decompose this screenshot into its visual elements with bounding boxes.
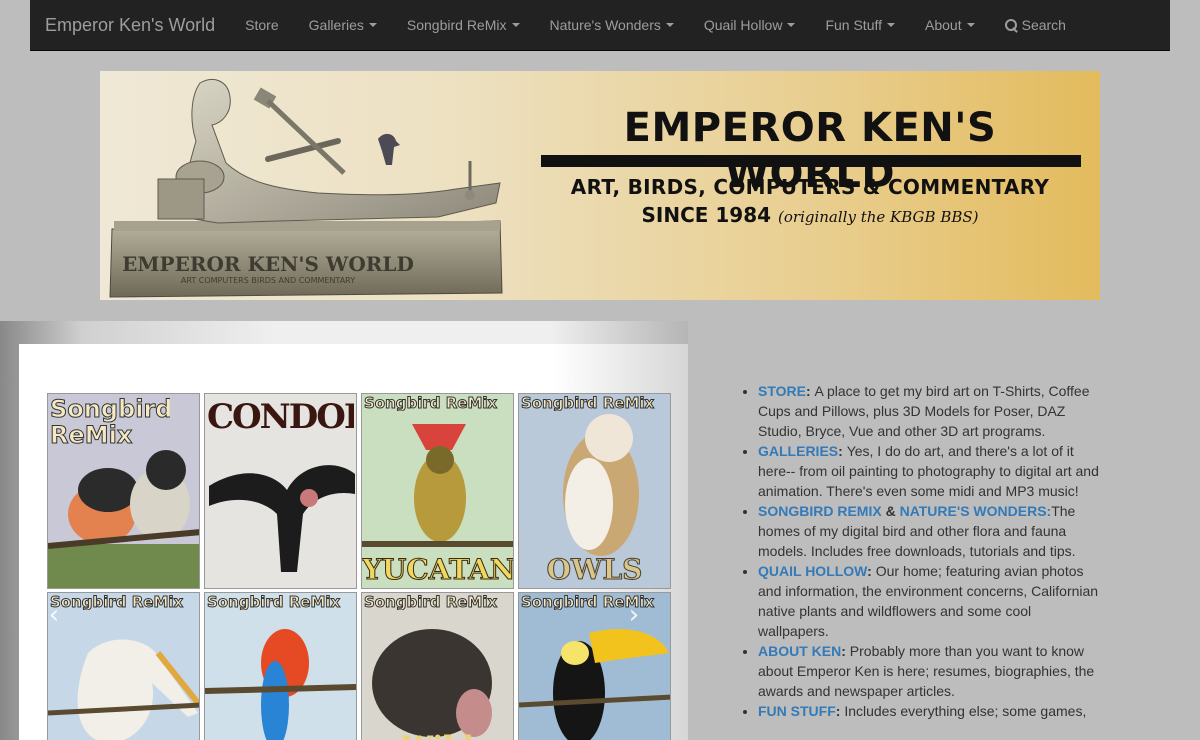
section-list-item: SONGBIRD REMIX & NATURE'S WONDERS:The ho…: [758, 501, 1100, 561]
bird-artwork-image: [48, 639, 199, 740]
nav-songbird-remix[interactable]: Songbird ReMix: [392, 0, 535, 51]
bird-artwork-image: [372, 629, 492, 737]
nav-natures-wonders[interactable]: Nature's Wonders: [535, 0, 689, 51]
caret-down-icon: [787, 23, 796, 27]
caret-down-icon: [665, 23, 674, 27]
section-link[interactable]: GALLERIES: [758, 443, 838, 459]
caret-down-icon: [887, 23, 896, 27]
section-link[interactable]: ABOUT KEN: [758, 643, 841, 659]
gallery-tile[interactable]: Songbird ReMix OWLS: [518, 393, 671, 589]
tile-caption: OWLS: [546, 553, 643, 586]
site-sections-list: STORE: A place to get my bird art on T-S…: [740, 381, 1100, 721]
tile-caption: YUCATAN: [362, 553, 514, 586]
site-banner[interactable]: EMPEROR KEN'S WORLD ART COMPUTERS BIRDS …: [100, 71, 1100, 300]
navbar-brand[interactable]: Emperor Ken's World: [30, 0, 230, 51]
caret-down-icon: [966, 23, 975, 27]
caret-down-icon: [511, 23, 520, 27]
gallery-tile[interactable]: Songbird ReMix: [47, 393, 200, 589]
carousel-prev-icon[interactable]: ‹: [42, 602, 66, 628]
link-colon: :: [838, 443, 847, 459]
nav-store[interactable]: Store: [230, 0, 293, 51]
gallery-tile[interactable]: Songbird ReMix: [204, 592, 357, 740]
nav-about-label: About: [925, 16, 962, 33]
nav-natures-wonders-label: Nature's Wonders: [549, 16, 661, 33]
bird-artwork-image: [205, 629, 356, 740]
section-description: Includes everything else; some games,: [844, 703, 1087, 719]
gallery-tile[interactable]: Songbird ReMix YUCATAN: [361, 393, 514, 589]
section-list-item: GALLERIES: Yes, I do do art, and there's…: [758, 441, 1100, 501]
section-link[interactable]: FUN STUFF: [758, 703, 836, 719]
link-colon: :: [841, 643, 850, 659]
banner-subtitle: ART, BIRDS, COMPUTERS & COMMENTARY: [570, 175, 1050, 199]
gallery-tile[interactable]: Songbird ReMix Wild: [361, 592, 514, 740]
tile-caption: Wild: [362, 733, 513, 740]
reclining-statue-image: EMPEROR KEN'S WORLD ART COMPUTERS BIRDS …: [109, 79, 503, 298]
svg-text:ART COMPUTERS BIRDS AND COMMEN: ART COMPUTERS BIRDS AND COMMENTARY: [181, 276, 355, 285]
nav-quail-hollow-label: Quail Hollow: [703, 16, 783, 33]
link-colon: :: [867, 563, 876, 579]
nav-fun-stuff[interactable]: Fun Stuff: [810, 0, 910, 51]
nav-galleries-label: Galleries: [308, 16, 364, 33]
tile-title: Songbird ReMix: [207, 595, 341, 610]
section-list-item: QUAIL HOLLOW: Our home; featuring avian …: [758, 561, 1100, 641]
tile-title: Songbird ReMix: [50, 595, 184, 610]
top-navbar: Emperor Ken's World Store Galleries Song…: [30, 0, 1170, 51]
nav-store-label: Store: [245, 16, 279, 33]
caret-down-icon: [368, 23, 377, 27]
section-link[interactable]: NATURE'S WONDERS:: [900, 503, 1052, 519]
gallery-tile[interactable]: CONDORS: [204, 393, 357, 589]
search-icon: [1004, 18, 1018, 32]
tile-title: Songbird ReMix: [521, 396, 655, 411]
banner-originally: (originally the KBGB BBS): [778, 208, 979, 226]
tile-title: Songbird ReMix: [364, 396, 498, 411]
link-joiner: &: [881, 503, 900, 519]
svg-text:EMPEROR KEN'S WORLD: EMPEROR KEN'S WORLD: [122, 252, 414, 276]
section-list-item: STORE: A place to get my bird art on T-S…: [758, 381, 1100, 441]
nav-search[interactable]: Search: [990, 0, 1081, 51]
tile-title: CONDORS: [207, 400, 354, 434]
nav-galleries[interactable]: Galleries: [294, 0, 392, 51]
banner-rule: [541, 155, 1081, 167]
section-link[interactable]: QUAIL HOLLOW: [758, 563, 867, 579]
banner-since-text: SINCE 1984: [641, 203, 772, 227]
nav-search-label: Search: [1021, 16, 1066, 33]
gallery-tile[interactable]: Songbird ReMix: [518, 592, 671, 740]
section-list-item: ABOUT KEN: Probably more than you want t…: [758, 641, 1100, 701]
bird-artwork-image: [519, 629, 670, 740]
link-colon: :: [805, 383, 815, 399]
gallery-tile[interactable]: Songbird ReMix: [47, 592, 200, 740]
section-link[interactable]: SONGBIRD REMIX: [758, 503, 882, 519]
tile-title: Songbird ReMix: [50, 396, 170, 448]
section-list-item: FUN STUFF: Includes everything else; som…: [758, 701, 1100, 721]
nav-quail-hollow[interactable]: Quail Hollow: [689, 0, 811, 51]
nav-songbird-remix-label: Songbird ReMix: [406, 16, 507, 33]
banner-since: SINCE 1984 (originally the KBGB BBS): [540, 203, 1080, 227]
carousel-next-icon[interactable]: ›: [622, 602, 646, 628]
section-link[interactable]: STORE: [758, 383, 806, 399]
gallery-tiles: Songbird ReMixCONDORSSongbird ReMixYUCAT…: [47, 393, 671, 740]
nav-fun-stuff-label: Fun Stuff: [825, 16, 883, 33]
tile-title: Songbird ReMix: [364, 595, 498, 610]
nav-about[interactable]: About: [910, 0, 990, 51]
